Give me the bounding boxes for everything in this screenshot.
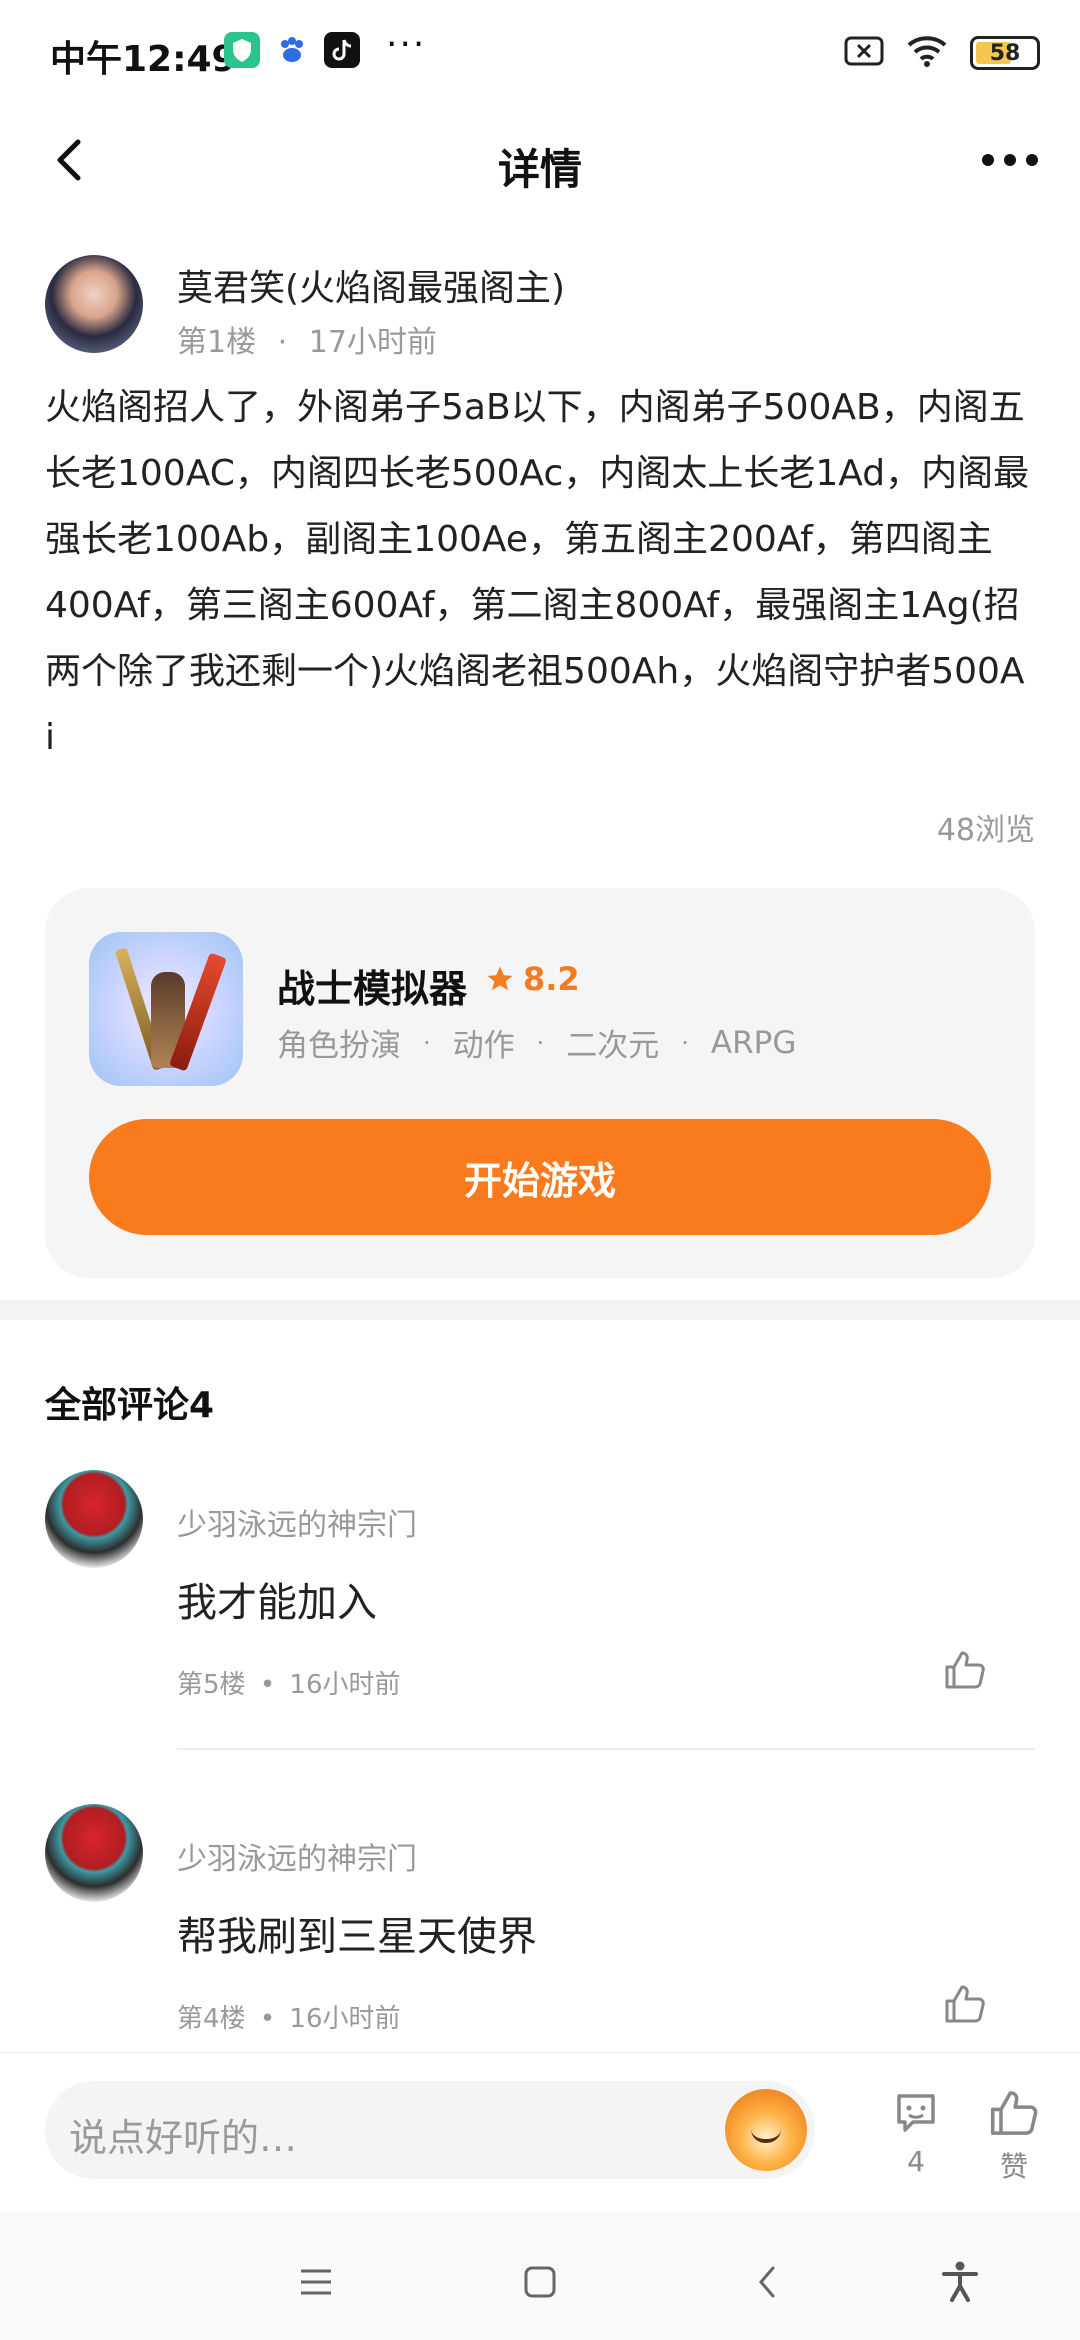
emoji-mascot-icon[interactable]: [725, 2089, 807, 2171]
commenter-avatar[interactable]: [45, 1804, 143, 1902]
thumbs-up-icon: [945, 1985, 985, 2023]
top-app-bar: 详情: [0, 100, 1080, 230]
system-back-button[interactable]: [738, 2252, 798, 2312]
commenter-name[interactable]: 少羽泳远的神宗门: [177, 1834, 417, 1878]
comment-floor: 第4楼: [177, 2004, 246, 2034]
battery-indicator: 58: [970, 36, 1040, 70]
comment-meta: 第4楼 • 16小时前: [177, 2004, 401, 2034]
more-dot-icon: [1026, 154, 1038, 166]
post-meta: 第1楼 · 17小时前: [177, 325, 437, 360]
game-name[interactable]: 战士模拟器: [277, 958, 467, 1013]
more-dot-icon: [1004, 154, 1016, 166]
home-button[interactable]: [510, 2252, 570, 2312]
game-tag: 角色扮演: [277, 1028, 401, 1064]
more-notifications-icon: ···: [386, 24, 427, 65]
comments-count: 4: [907, 2145, 925, 2178]
page-title: 详情: [497, 145, 582, 194]
commenter-avatar[interactable]: [45, 1470, 143, 1568]
thumbs-up-icon: [945, 1651, 985, 1689]
comment-time: 16小时前: [289, 1670, 401, 1700]
game-tags: 角色扮演 · 动作 · 二次元 · ARPG: [277, 1020, 796, 1065]
post-time: 17小时前: [308, 325, 437, 360]
game-card[interactable]: 战士模拟器 8.2 角色扮演 · 动作 · 二次元 · ARPG 开始游戏: [45, 888, 1035, 1278]
accessibility-icon: [942, 2261, 978, 2302]
tiktok-app-icon: [324, 32, 360, 68]
comment-input-placeholder: 说点好听的…: [69, 2116, 298, 2160]
home-square-icon: [524, 2266, 556, 2298]
status-bar: 中午12:49 ··· 58: [0, 0, 1080, 100]
commenter-name[interactable]: 少羽泳远的神宗门: [177, 1500, 417, 1544]
comment-meta: 第5楼 • 16小时前: [177, 1670, 401, 1700]
wifi-icon: [906, 34, 948, 72]
shield-app-icon: [224, 32, 260, 68]
comment-like-button[interactable]: [935, 1974, 995, 2034]
post-content: 火焰阁招人了，外阁弟子5aB以下，内阁弟子500AB，内阁五长老100AC，内阁…: [45, 387, 1030, 758]
game-tag: 动作: [452, 1028, 515, 1064]
accessibility-button[interactable]: [930, 2252, 990, 2312]
comment-text: 帮我刷到三星天使界: [177, 1914, 537, 1960]
game-rating: 8.2: [485, 960, 580, 998]
section-divider: [0, 1300, 1080, 1320]
start-game-button[interactable]: 开始游戏: [89, 1119, 991, 1235]
comment-item: 少羽泳远的神宗门 我才能加入 第5楼 • 16小时前: [45, 1470, 1035, 1770]
back-chevron-icon: [759, 2266, 775, 2298]
thumbs-up-icon: [990, 2091, 1038, 2135]
comments-count-button[interactable]: 4: [876, 2081, 956, 2191]
game-tag: 二次元: [566, 1028, 660, 1064]
comments-heading: 全部评论4: [45, 1385, 215, 1426]
author-avatar[interactable]: [45, 255, 143, 353]
comment-text: 我才能加入: [177, 1580, 377, 1626]
author-name[interactable]: 莫君笑(火焰阁最强阁主): [177, 259, 565, 311]
like-button[interactable]: 赞: [974, 2081, 1054, 2191]
sim-off-icon: [844, 35, 884, 71]
more-options-button[interactable]: [970, 130, 1050, 190]
paw-app-icon: [274, 32, 310, 68]
menu-icon: [301, 2269, 331, 2295]
comment-floor: 第5楼: [177, 1670, 246, 1700]
game-tag: ARPG: [710, 1024, 797, 1061]
battery-level: 58: [989, 40, 1021, 66]
recent-apps-button[interactable]: [286, 2252, 346, 2312]
game-icon[interactable]: [89, 932, 243, 1086]
comment-time: 16小时前: [289, 2004, 401, 2034]
status-time: 中午12:49: [50, 39, 237, 80]
more-dot-icon: [982, 154, 994, 166]
like-label: 赞: [999, 2150, 1028, 2183]
comment-divider: [177, 1748, 1035, 1750]
comment-bubble-icon: [897, 2094, 935, 2132]
star-icon: [487, 966, 513, 991]
comment-input-bar: 说点好听的… 4 赞: [0, 2052, 1080, 2212]
post-floor: 第1楼: [177, 325, 257, 360]
rating-value: 8.2: [523, 960, 580, 998]
comment-like-button[interactable]: [935, 1640, 995, 1700]
system-nav-bar: [0, 2212, 1080, 2340]
comment-input[interactable]: 说点好听的…: [45, 2081, 815, 2179]
post-author-row: 莫君笑(火焰阁最强阁主) 第1楼 · 17小时前: [45, 255, 1035, 365]
view-count: 48浏览: [936, 813, 1035, 848]
